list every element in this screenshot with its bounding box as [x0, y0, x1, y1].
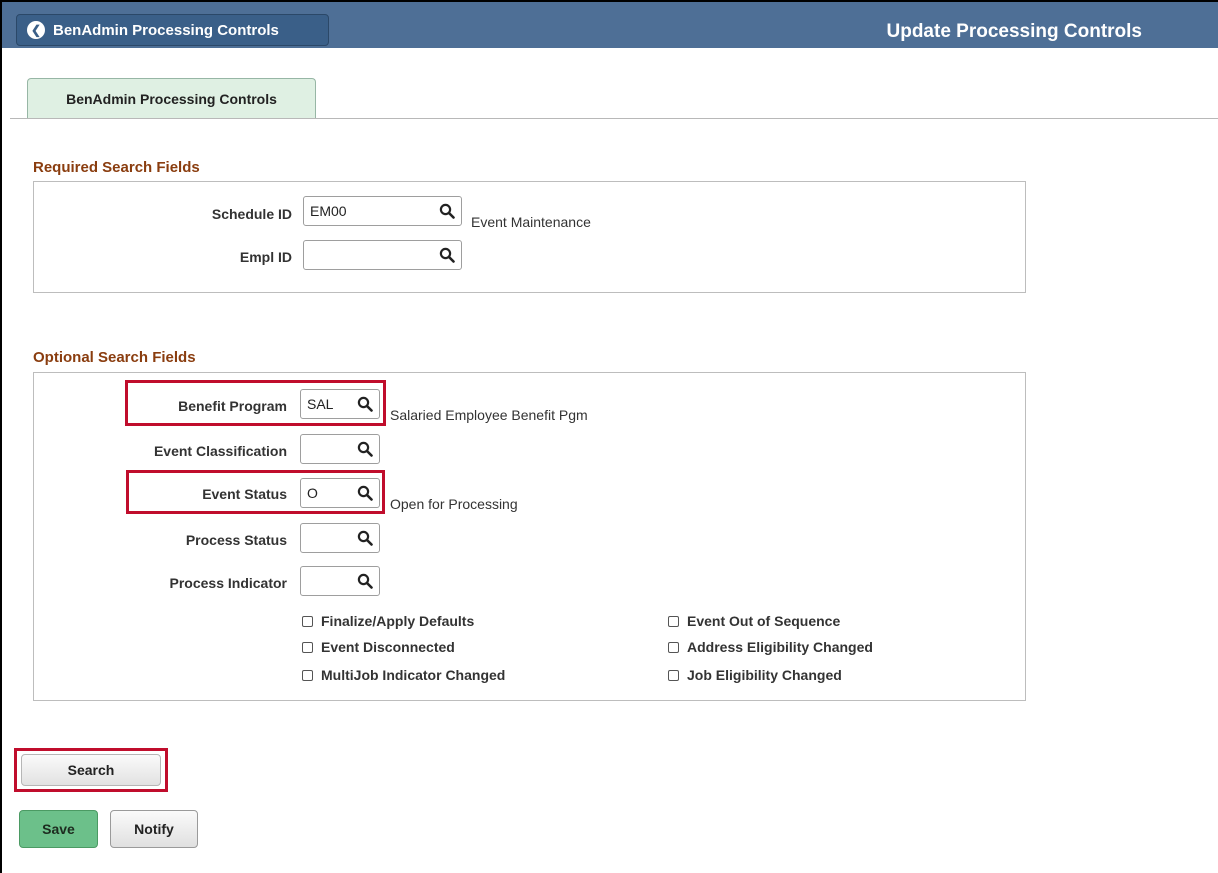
empl-id-label: Empl ID: [239, 249, 292, 265]
schedule-id-field[interactable]: EM00: [303, 196, 462, 226]
benefit-program-description: Salaried Employee Benefit Pgm: [390, 407, 588, 423]
checkbox-label: Finalize/Apply Defaults: [321, 613, 475, 629]
save-button[interactable]: Save: [19, 810, 98, 848]
search-icon[interactable]: [357, 441, 373, 457]
back-button-label: BenAdmin Processing Controls: [53, 21, 279, 39]
checkbox-event-disconnected[interactable]: Event Disconnected: [302, 639, 455, 655]
checkbox-finalize-apply-defaults[interactable]: Finalize/Apply Defaults: [302, 613, 474, 629]
checkbox-input[interactable]: [302, 615, 313, 627]
event-status-value: O: [307, 485, 318, 501]
schedule-id-description: Event Maintenance: [471, 214, 591, 230]
checkbox-job-eligibility-changed[interactable]: Job Eligibility Changed: [668, 667, 842, 683]
process-indicator-field[interactable]: [300, 566, 380, 596]
benefit-program-label: Benefit Program: [178, 398, 287, 414]
search-icon[interactable]: [439, 247, 455, 263]
checkbox-event-out-of-sequence[interactable]: Event Out of Sequence: [668, 613, 840, 629]
optional-section-title: Optional Search Fields: [33, 349, 196, 366]
event-status-description: Open for Processing: [390, 496, 518, 512]
required-fields-box: [33, 181, 1026, 293]
required-section-title: Required Search Fields: [33, 159, 200, 176]
chevron-left-icon: ❮: [27, 21, 45, 39]
page-header: ❮ BenAdmin Processing Controls Update Pr…: [2, 2, 1218, 48]
checkbox-label: MultiJob Indicator Changed: [321, 667, 506, 683]
tab-benadmin-processing-controls[interactable]: BenAdmin Processing Controls: [27, 78, 316, 119]
search-icon[interactable]: [439, 203, 455, 219]
benefit-program-value: SAL: [307, 396, 334, 412]
process-status-label: Process Status: [185, 532, 287, 548]
checkbox-input[interactable]: [668, 615, 679, 627]
event-classification-field[interactable]: [300, 434, 380, 464]
back-button[interactable]: ❮ BenAdmin Processing Controls: [16, 14, 329, 46]
process-indicator-label: Process Indicator: [169, 575, 288, 591]
search-icon[interactable]: [357, 396, 373, 412]
notify-button[interactable]: Notify: [110, 810, 198, 848]
tab-divider: [10, 118, 1218, 119]
checkbox-label: Job Eligibility Changed: [687, 667, 842, 683]
event-status-field[interactable]: O: [300, 478, 380, 508]
search-icon[interactable]: [357, 573, 373, 589]
benefit-program-field[interactable]: SAL: [300, 389, 380, 419]
schedule-id-value: EM00: [310, 203, 347, 219]
checkbox-input[interactable]: [302, 669, 313, 681]
search-icon[interactable]: [357, 485, 373, 501]
checkbox-address-eligibility-changed[interactable]: Address Eligibility Changed: [668, 639, 873, 655]
schedule-id-label: Schedule ID: [211, 206, 292, 222]
search-button[interactable]: Search: [21, 754, 161, 786]
process-status-field[interactable]: [300, 523, 380, 553]
checkbox-input[interactable]: [668, 641, 679, 653]
event-status-label: Event Status: [202, 486, 287, 502]
checkbox-label: Event Disconnected: [321, 639, 455, 655]
search-icon[interactable]: [357, 530, 373, 546]
page-title: Update Processing Controls: [886, 21, 1143, 42]
checkbox-input[interactable]: [302, 641, 313, 653]
checkbox-input[interactable]: [668, 669, 679, 681]
checkbox-multijob-indicator-changed[interactable]: MultiJob Indicator Changed: [302, 667, 505, 683]
empl-id-field[interactable]: [303, 240, 462, 270]
checkbox-label: Event Out of Sequence: [687, 613, 841, 629]
checkbox-label: Address Eligibility Changed: [687, 639, 873, 655]
event-classification-label: Event Classification: [153, 443, 287, 459]
